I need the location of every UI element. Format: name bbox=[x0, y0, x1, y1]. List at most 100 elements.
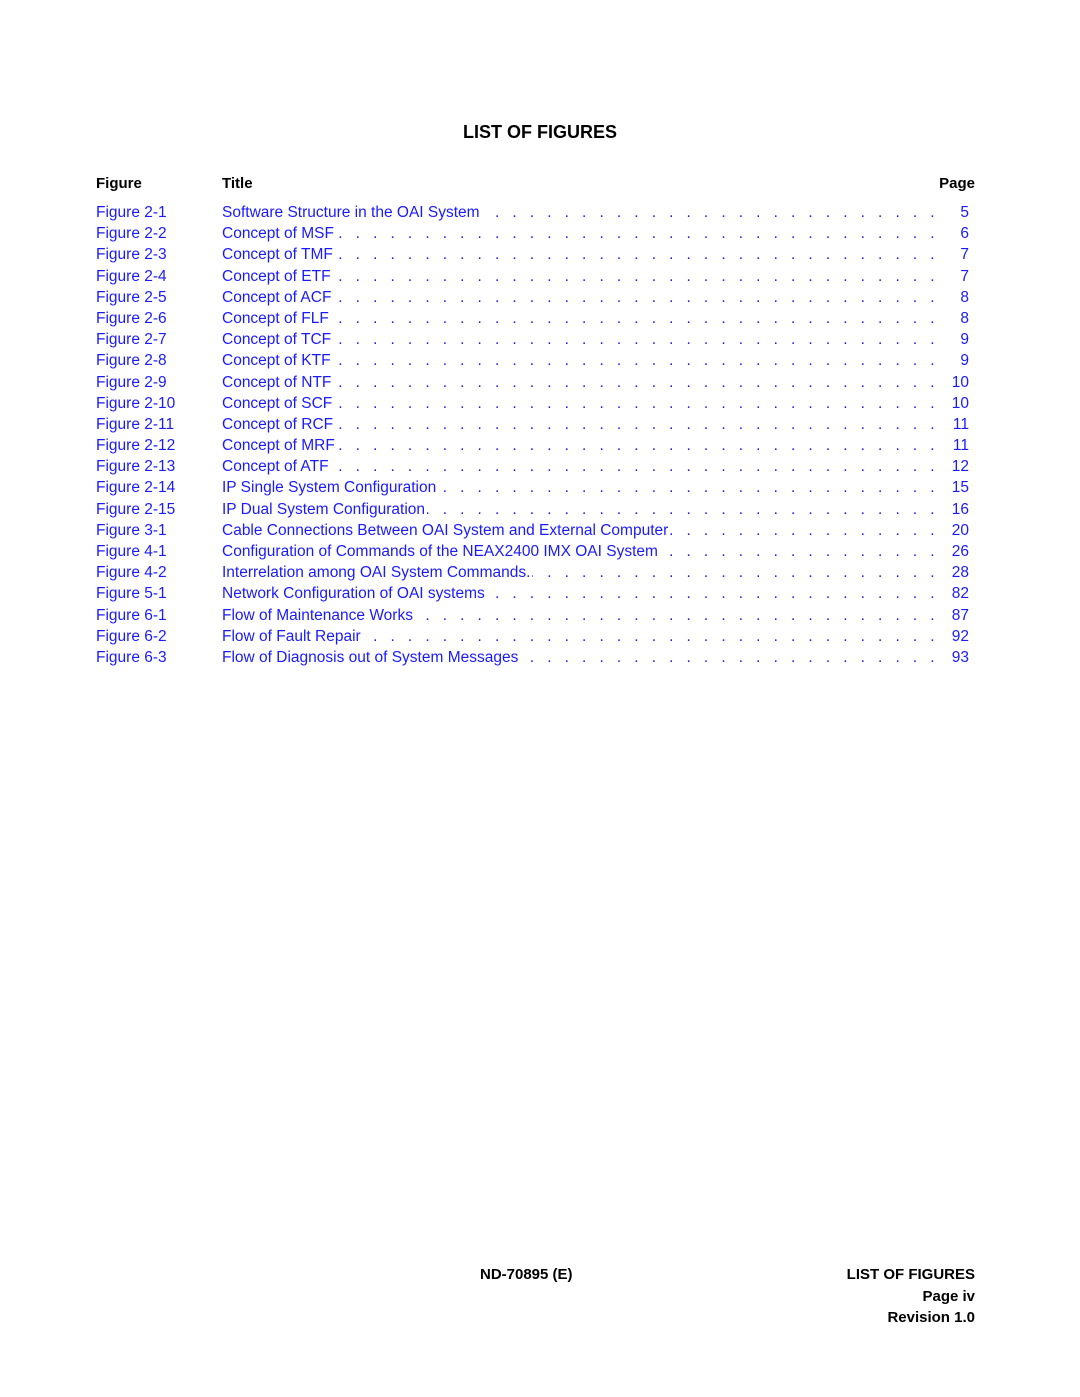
figure-number-link[interactable]: Figure 2-6 bbox=[96, 308, 167, 329]
figure-page-number: 6 bbox=[960, 225, 969, 243]
figure-title: Concept of FLF bbox=[222, 307, 329, 330]
figure-entry-link[interactable]: Concept of SCF . . . . . . . . . . . . .… bbox=[222, 392, 969, 414]
figure-entry-link[interactable]: Flow of Diagnosis out of System Messages… bbox=[222, 646, 969, 669]
figure-title: Concept of TMF bbox=[222, 244, 333, 266]
figure-entry-link[interactable]: Network Configuration of OAI systems . .… bbox=[222, 583, 969, 605]
figure-page-number: 93 bbox=[951, 648, 969, 666]
figure-title: Network Configuration of OAI systems bbox=[222, 583, 485, 605]
figure-list-item: Figure 2-12 Concept of MRF . . . . . . . … bbox=[96, 435, 969, 457]
figure-number-link[interactable]: Figure 6-2 bbox=[96, 626, 167, 647]
figure-page-number: 92 bbox=[951, 627, 969, 645]
figure-entry-link[interactable]: IP Dual System Configuration . . . . . .… bbox=[222, 498, 969, 520]
figure-title: Concept of TCF bbox=[222, 329, 332, 351]
figure-entry-link[interactable]: Concept of TCF . . . . . . . . . . . . .… bbox=[222, 329, 969, 351]
figure-page-number: 28 bbox=[951, 564, 969, 582]
dot-leader: . . . . . . . . . . . . . . . . . . . . … bbox=[331, 458, 939, 476]
figure-page-number: 15 bbox=[951, 479, 969, 497]
dot-leader: . . . . . . . . . . . . . . . . . . . . … bbox=[337, 437, 939, 455]
figure-entry-link[interactable]: Cable Connections Between OAI System and… bbox=[222, 519, 969, 542]
figure-entry-link[interactable]: Concept of ACF . . . . . . . . . . . . .… bbox=[222, 286, 969, 308]
dot-leader: . . . . . . . . . . . . . . . . . . . . … bbox=[333, 331, 939, 349]
dot-leader: . . . . . . . . . . . . . . . . . . . . … bbox=[363, 627, 939, 645]
figure-page-number: 16 bbox=[951, 500, 969, 518]
footer-page-number: Page iv bbox=[922, 1287, 975, 1305]
figure-entry-link[interactable]: Concept of TMF . . . . . . . . . . . . .… bbox=[222, 244, 969, 266]
dot-leader: . . . . . . . . . . . . . . . . . . . . … bbox=[335, 415, 939, 433]
figure-page-number: 82 bbox=[951, 585, 969, 603]
figure-number-link[interactable]: Figure 2-14 bbox=[96, 477, 175, 498]
figure-entry-link[interactable]: Concept of KTF . . . . . . . . . . . . .… bbox=[222, 350, 969, 372]
figure-entry-link[interactable]: Concept of ETF . . . . . . . . . . . . .… bbox=[222, 265, 969, 287]
figure-number-link[interactable]: Figure 2-10 bbox=[96, 393, 175, 414]
figure-list-item: Figure 3-1 Cable Connections Between OAI … bbox=[96, 519, 969, 542]
figure-page-number: 11 bbox=[952, 437, 969, 455]
figure-number-link[interactable]: Figure 2-7 bbox=[96, 329, 167, 350]
figure-title: Concept of ATF bbox=[222, 456, 329, 478]
dot-leader: . . . . . . . . . . . . . . . . . . . . … bbox=[333, 352, 939, 370]
figure-title: Concept of KTF bbox=[222, 350, 331, 372]
figure-number-link[interactable]: Figure 4-2 bbox=[96, 562, 167, 583]
figure-entry-link[interactable]: Interrelation among OAI System Commands.… bbox=[222, 562, 969, 584]
figure-title: Concept of MRF bbox=[222, 435, 335, 457]
figure-list-item: Figure 2-2 Concept of MSF . . . . . . . .… bbox=[96, 223, 969, 245]
figure-page-number: 11 bbox=[952, 415, 969, 433]
figure-number-link[interactable]: Figure 2-15 bbox=[96, 499, 175, 520]
page-title: LIST OF FIGURES bbox=[462, 122, 617, 142]
dot-leader: . . . . . . . . . . . . . . . . . . . . … bbox=[331, 309, 939, 327]
figure-page-number: 12 bbox=[951, 458, 969, 476]
figure-number-link[interactable]: Figure 2-9 bbox=[96, 372, 167, 393]
figure-entry-link[interactable]: Concept of ATF . . . . . . . . . . . . .… bbox=[222, 456, 969, 478]
dot-leader: . . . . . . . . . . . . . . . . . . . . … bbox=[532, 564, 939, 582]
column-header-page: Page bbox=[939, 175, 975, 192]
figure-number-link[interactable]: Figure 2-12 bbox=[96, 435, 175, 456]
figure-entry-link[interactable]: Concept of MSF . . . . . . . . . . . . .… bbox=[222, 223, 969, 245]
figure-number-link[interactable]: Figure 2-1 bbox=[96, 202, 167, 223]
figure-list-item: Figure 2-3 Concept of TMF . . . . . . . .… bbox=[96, 244, 969, 266]
figure-number-link[interactable]: Figure 2-13 bbox=[96, 456, 175, 477]
figure-entry-link[interactable]: Concept of MRF . . . . . . . . . . . . .… bbox=[222, 435, 969, 457]
figure-entry-link[interactable]: Concept of NTF . . . . . . . . . . . . .… bbox=[222, 371, 969, 393]
figure-page-number: 7 bbox=[960, 246, 969, 264]
figure-page-number: 10 bbox=[951, 373, 969, 391]
figure-entry-link[interactable]: IP Single System Configuration . . . . .… bbox=[222, 477, 969, 499]
figure-entry-link[interactable]: Flow of Fault Repair . . . . . . . . . .… bbox=[222, 625, 969, 647]
figure-number-link[interactable]: Figure 3-1 bbox=[96, 520, 167, 541]
figure-list-item: Figure 2-5 Concept of ACF . . . . . . . .… bbox=[96, 286, 969, 308]
figure-number-link[interactable]: Figure 5-1 bbox=[96, 583, 167, 604]
figure-page-number: 8 bbox=[960, 288, 969, 306]
figure-list-item: Figure 2-13 Concept of ATF . . . . . . . … bbox=[96, 456, 969, 478]
figure-page-number: 7 bbox=[960, 267, 969, 285]
figure-title: Configuration of Commands of the NEAX240… bbox=[222, 541, 658, 563]
figure-list-item: Figure 2-11 Concept of RCF . . . . . . . … bbox=[96, 413, 969, 436]
figure-entry-link[interactable]: Concept of RCF . . . . . . . . . . . . .… bbox=[222, 413, 969, 436]
dot-leader: . . . . . . . . . . . . . . . . . . . . … bbox=[336, 225, 939, 243]
figure-title: Concept of MSF bbox=[222, 223, 334, 245]
figure-page-number: 20 bbox=[951, 521, 969, 539]
figure-list-item: Figure 2-4 Concept of ETF . . . . . . . .… bbox=[96, 265, 969, 287]
figure-title: Concept of SCF bbox=[222, 392, 333, 414]
figure-list-item: Figure 2-1 Software Structure in the OAI … bbox=[96, 202, 969, 224]
figure-number-link[interactable]: Figure 2-4 bbox=[96, 266, 167, 287]
figure-entry-link[interactable]: Software Structure in the OAI System . .… bbox=[222, 202, 969, 224]
dot-leader: . . . . . . . . . . . . . . . . . . . . … bbox=[520, 648, 939, 666]
figure-number-link[interactable]: Figure 6-1 bbox=[96, 605, 167, 626]
figure-entry-link[interactable]: Concept of FLF . . . . . . . . . . . . .… bbox=[222, 307, 969, 330]
figure-number-link[interactable]: Figure 4-1 bbox=[96, 541, 167, 562]
figure-list: Figure 2-1 Software Structure in the OAI … bbox=[96, 202, 969, 669]
figure-title: Flow of Fault Repair bbox=[222, 625, 361, 647]
figure-number-link[interactable]: Figure 2-5 bbox=[96, 287, 167, 308]
figure-page-number: 5 bbox=[960, 204, 969, 221]
figure-list-item: Figure 5-1 Network Configuration of OAI s… bbox=[96, 583, 969, 605]
figure-list-item: Figure 2-9 Concept of NTF . . . . . . . .… bbox=[96, 371, 969, 393]
figure-entry-link[interactable]: Flow of Maintenance Works . . . . . . . … bbox=[222, 604, 969, 626]
figure-page-number: 26 bbox=[951, 543, 969, 560]
figure-number-link[interactable]: Figure 6-3 bbox=[96, 647, 167, 668]
dot-leader: . . . . . . . . . . . . . . . . . . . . … bbox=[427, 500, 939, 518]
figure-page-number: 10 bbox=[951, 394, 969, 412]
figure-list-item: Figure 2-6 Concept of FLF . . . . . . . .… bbox=[96, 307, 969, 330]
figure-number-link[interactable]: Figure 2-11 bbox=[96, 414, 174, 435]
figure-number-link[interactable]: Figure 2-8 bbox=[96, 350, 167, 371]
figure-number-link[interactable]: Figure 2-3 bbox=[96, 244, 167, 265]
figure-entry-link[interactable]: Configuration of Commands of the NEAX240… bbox=[222, 541, 969, 563]
figure-number-link[interactable]: Figure 2-2 bbox=[96, 223, 167, 244]
